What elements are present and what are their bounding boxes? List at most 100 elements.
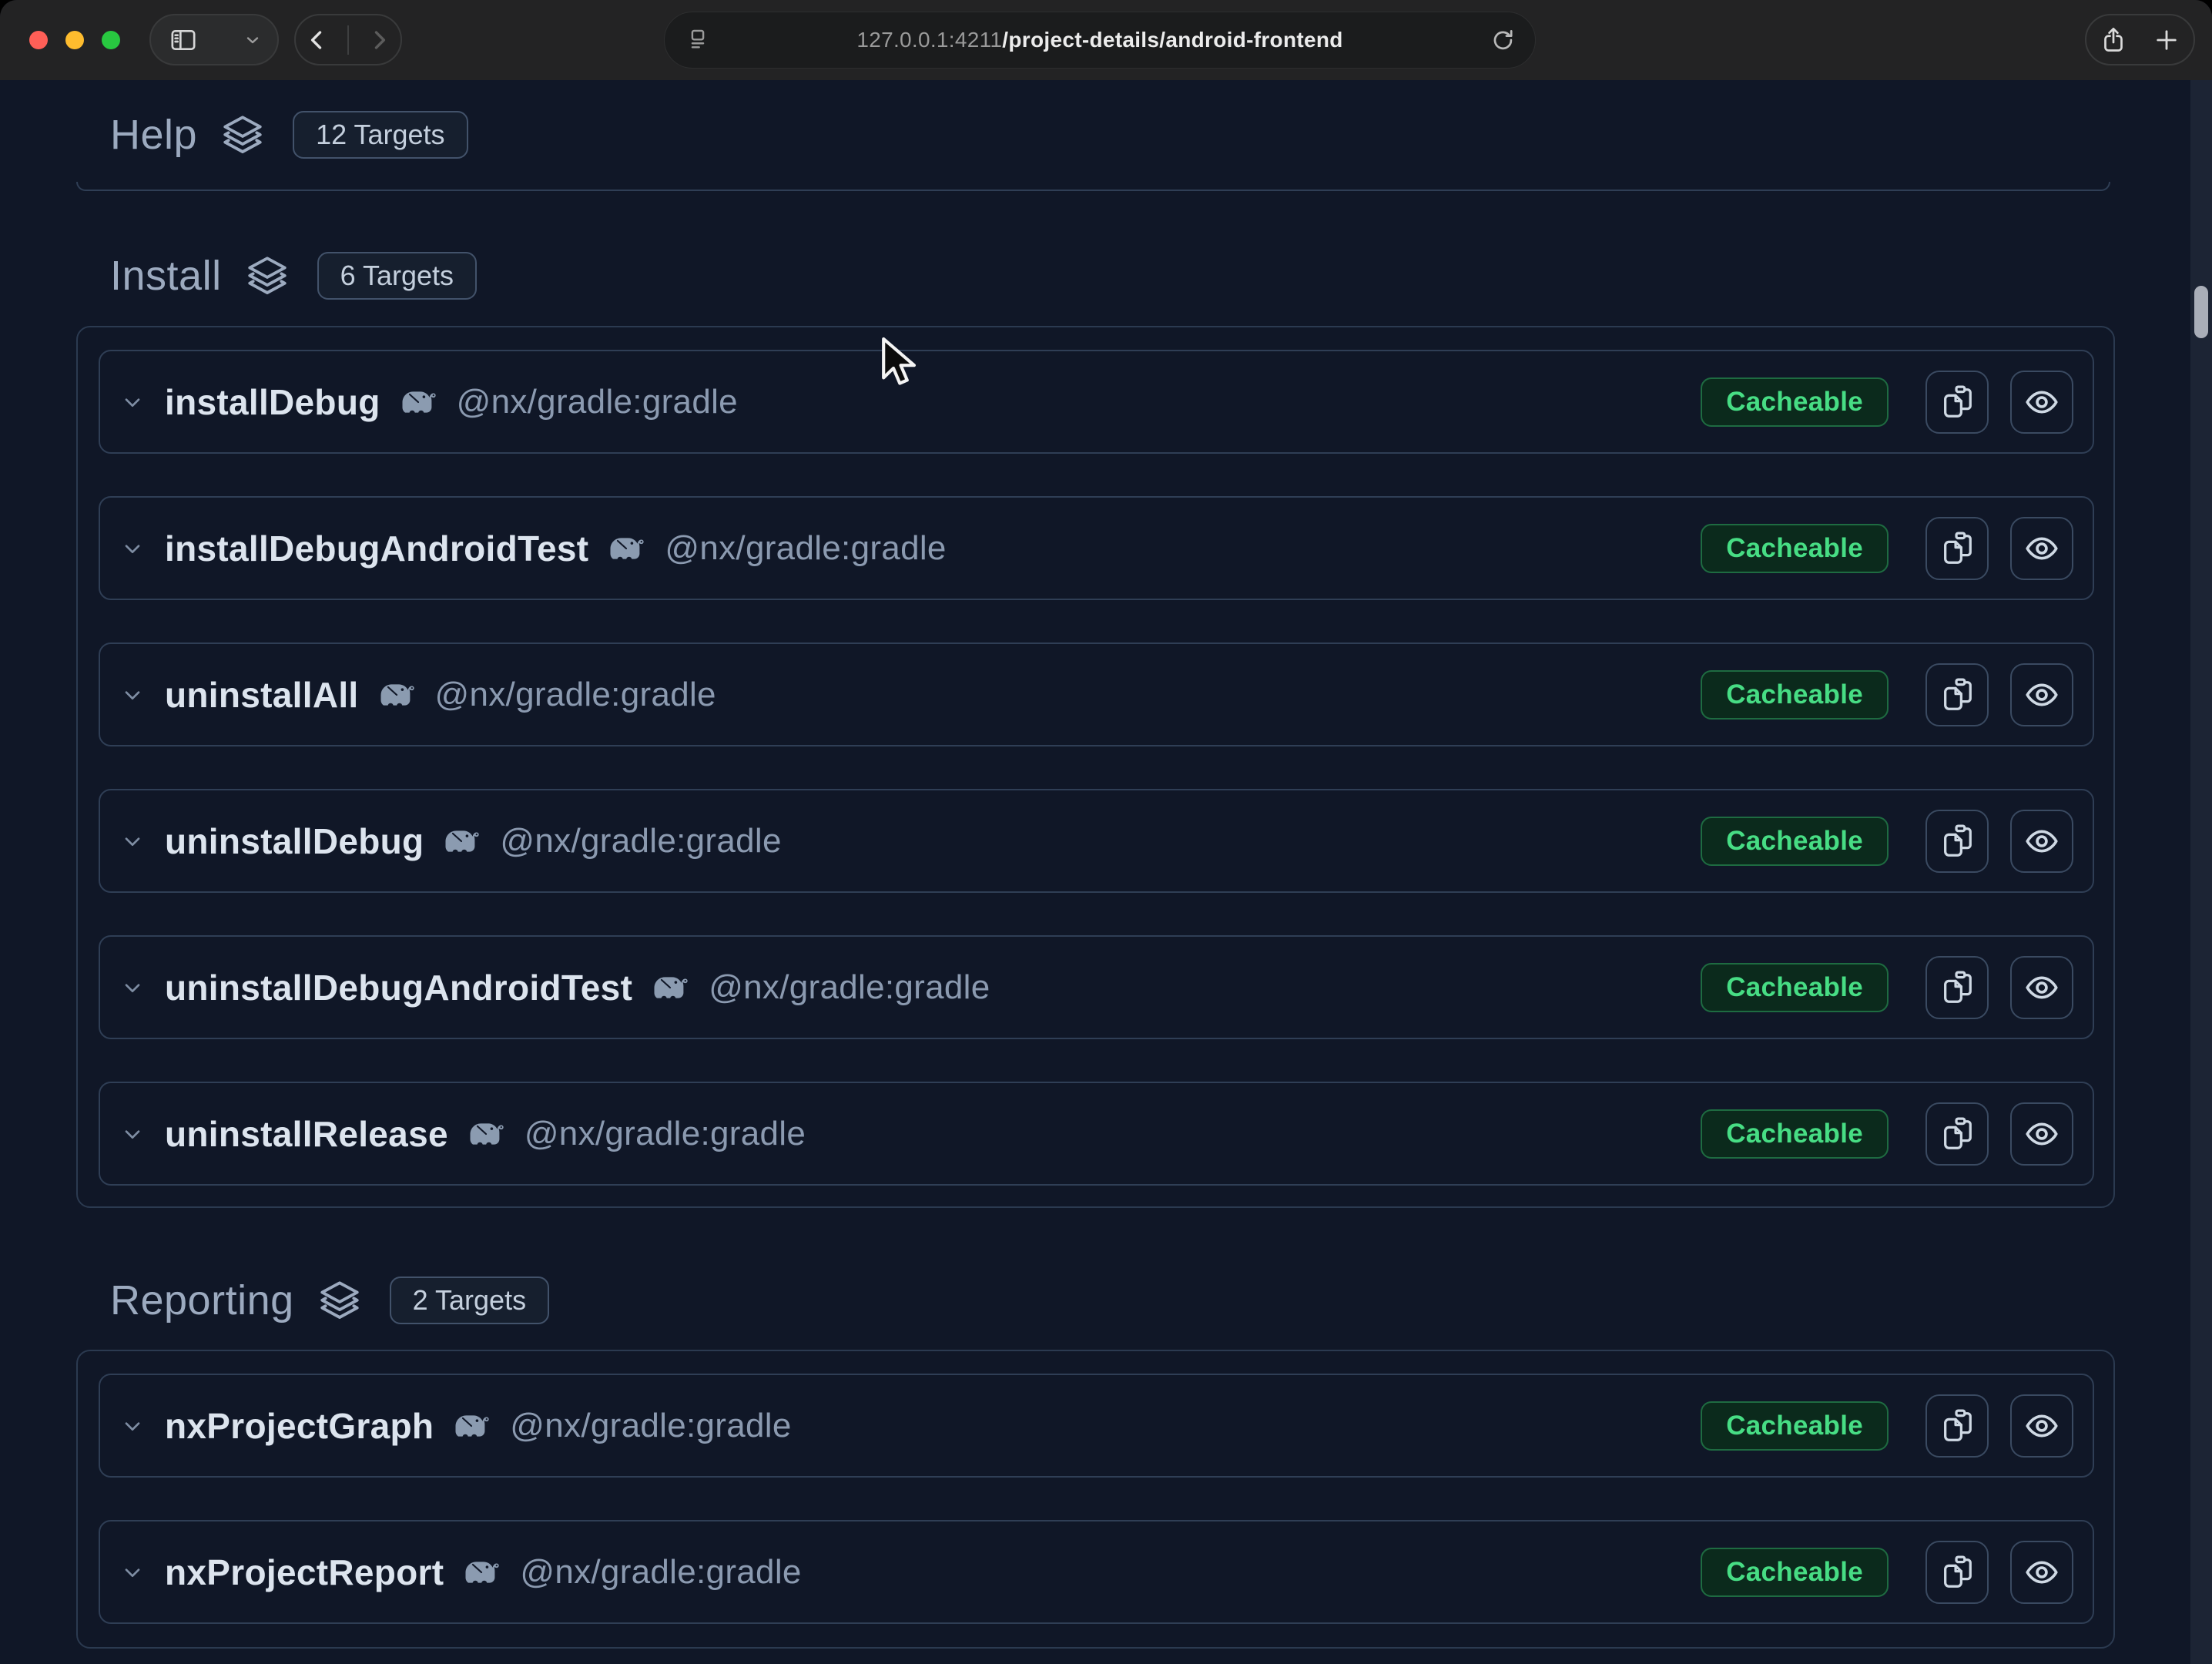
gradle-elephant-icon xyxy=(399,387,437,418)
section-title: Help xyxy=(110,111,197,159)
copy-task-id-button[interactable] xyxy=(1925,371,1989,434)
sidebar-toggle-group xyxy=(149,14,279,65)
cacheable-badge: Cacheable xyxy=(1701,1401,1889,1451)
targets-count-badge: 12 Targets xyxy=(293,111,468,159)
chevron-down-icon[interactable] xyxy=(120,390,145,414)
tab-overview-chevron-icon[interactable] xyxy=(243,31,262,49)
cacheable-badge: Cacheable xyxy=(1701,1548,1889,1597)
target-name[interactable]: uninstallRelease xyxy=(165,1113,448,1155)
toolbar-right-group xyxy=(2085,14,2195,65)
chevron-down-icon[interactable] xyxy=(120,829,145,854)
nav-separator xyxy=(347,25,349,55)
back-button-icon[interactable] xyxy=(304,27,330,53)
cacheable-badge: Cacheable xyxy=(1701,524,1889,573)
chevron-down-icon[interactable] xyxy=(120,975,145,1000)
targets-count-badge: 2 Targets xyxy=(390,1277,549,1324)
cacheable-badge: Cacheable xyxy=(1701,377,1889,427)
section-heading-install: Install 6 Targets xyxy=(110,249,2212,303)
section-title: Install xyxy=(110,252,222,300)
target-executor: @nx/gradle:gradle xyxy=(500,822,781,861)
view-task-details-button[interactable] xyxy=(2010,1541,2073,1604)
eye-icon xyxy=(2024,970,2060,1005)
target-name[interactable]: nxProjectReport xyxy=(165,1552,444,1593)
target-name[interactable]: uninstallDebug xyxy=(165,820,424,862)
target-row: uninstallAll @nx/gradle:gradle Cacheable xyxy=(99,642,2094,746)
view-task-details-button[interactable] xyxy=(2010,517,2073,580)
target-executor: @nx/gradle:gradle xyxy=(665,529,946,568)
eye-icon xyxy=(2024,1555,2060,1590)
gradle-elephant-icon xyxy=(462,1557,500,1588)
chevron-down-icon[interactable] xyxy=(120,536,145,561)
eye-icon xyxy=(2024,384,2060,420)
target-row: uninstallRelease @nx/gradle:gradle Cache… xyxy=(99,1082,2094,1186)
layers-stack-icon xyxy=(317,1278,362,1323)
chevron-down-icon[interactable] xyxy=(120,1560,145,1585)
close-window-button[interactable] xyxy=(29,31,48,49)
clipboard-copy-icon xyxy=(1939,677,1975,713)
target-executor: @nx/gradle:gradle xyxy=(525,1115,806,1153)
view-task-details-button[interactable] xyxy=(2010,810,2073,873)
sidebar-toggle-icon[interactable] xyxy=(168,25,199,55)
copy-task-id-button[interactable] xyxy=(1925,956,1989,1019)
cacheable-badge: Cacheable xyxy=(1701,817,1889,866)
clipboard-copy-icon xyxy=(1939,1116,1975,1152)
target-executor: @nx/gradle:gradle xyxy=(520,1553,801,1592)
layers-stack-icon xyxy=(245,253,290,298)
url-host: 127.0.0.1:4211 xyxy=(856,28,1002,52)
scrollbar-thumb[interactable] xyxy=(2194,286,2208,338)
gradle-elephant-icon xyxy=(467,1119,504,1149)
target-name[interactable]: installDebugAndroidTest xyxy=(165,528,588,569)
browser-window: 127.0.0.1:4211/project-details/android-f… xyxy=(0,0,2212,1664)
copy-task-id-button[interactable] xyxy=(1925,1541,1989,1604)
target-executor: @nx/gradle:gradle xyxy=(457,383,738,421)
reporting-targets-list: nxProjectGraph @nx/gradle:gradle Cacheab… xyxy=(76,1350,2115,1649)
chevron-down-icon[interactable] xyxy=(120,683,145,707)
eye-icon xyxy=(2024,824,2060,859)
copy-task-id-button[interactable] xyxy=(1925,517,1989,580)
view-task-details-button[interactable] xyxy=(2010,663,2073,726)
view-task-details-button[interactable] xyxy=(2010,1102,2073,1166)
reload-icon[interactable] xyxy=(1489,27,1515,53)
forward-button-icon[interactable] xyxy=(366,27,392,53)
address-bar[interactable]: 127.0.0.1:4211/project-details/android-f… xyxy=(664,12,1536,69)
section-heading-help: Help 12 Targets xyxy=(110,108,2212,162)
copy-task-id-button[interactable] xyxy=(1925,810,1989,873)
target-name[interactable]: nxProjectGraph xyxy=(165,1405,434,1447)
zoom-window-button[interactable] xyxy=(102,31,120,49)
chevron-down-icon[interactable] xyxy=(120,1414,145,1438)
eye-icon xyxy=(2024,677,2060,713)
url-text[interactable]: 127.0.0.1:4211/project-details/android-f… xyxy=(711,28,1489,52)
target-row: nxProjectReport @nx/gradle:gradle Cachea… xyxy=(99,1520,2094,1624)
new-tab-plus-icon[interactable] xyxy=(2153,26,2180,54)
view-task-details-button[interactable] xyxy=(2010,1394,2073,1458)
navigation-group xyxy=(294,14,402,65)
copy-task-id-button[interactable] xyxy=(1925,1394,1989,1458)
eye-icon xyxy=(2024,1408,2060,1444)
section-title: Reporting xyxy=(110,1277,294,1324)
view-task-details-button[interactable] xyxy=(2010,956,2073,1019)
copy-task-id-button[interactable] xyxy=(1925,663,1989,726)
clipboard-copy-icon xyxy=(1939,824,1975,859)
minimize-window-button[interactable] xyxy=(65,31,84,49)
target-row: installDebugAndroidTest @nx/gradle:gradl… xyxy=(99,496,2094,600)
target-row: uninstallDebug @nx/gradle:gradle Cacheab… xyxy=(99,789,2094,893)
gradle-elephant-icon xyxy=(607,533,645,564)
targets-count-badge: 6 Targets xyxy=(317,252,477,300)
copy-task-id-button[interactable] xyxy=(1925,1102,1989,1166)
gradle-elephant-icon xyxy=(651,972,689,1003)
cacheable-badge: Cacheable xyxy=(1701,670,1889,720)
target-row: installDebug @nx/gradle:gradle Cacheable xyxy=(99,350,2094,454)
target-name[interactable]: uninstallAll xyxy=(165,674,359,716)
target-name[interactable]: uninstallDebugAndroidTest xyxy=(165,967,632,1008)
chevron-down-icon[interactable] xyxy=(120,1122,145,1146)
share-icon[interactable] xyxy=(2100,26,2127,54)
cacheable-badge: Cacheable xyxy=(1701,963,1889,1012)
install-targets-list: installDebug @nx/gradle:gradle Cacheable xyxy=(76,326,2115,1208)
cacheable-badge: Cacheable xyxy=(1701,1109,1889,1159)
gradle-elephant-icon xyxy=(442,826,480,857)
page-format-icon[interactable] xyxy=(685,27,711,53)
target-name[interactable]: installDebug xyxy=(165,381,380,423)
gradle-elephant-icon xyxy=(452,1411,490,1441)
view-task-details-button[interactable] xyxy=(2010,371,2073,434)
scrollbar-track[interactable] xyxy=(2190,80,2212,1664)
